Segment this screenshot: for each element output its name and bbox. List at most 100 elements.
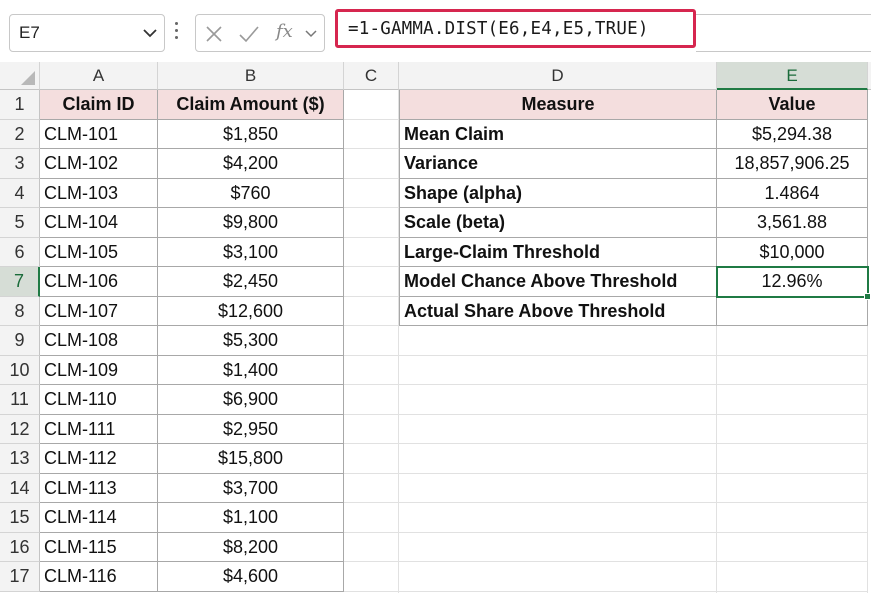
empty-cell[interactable] bbox=[717, 326, 868, 356]
claim-amount-cell[interactable]: $2,950 bbox=[158, 414, 344, 444]
claim-amount-cell[interactable]: $6,900 bbox=[158, 385, 344, 415]
empty-cell[interactable] bbox=[344, 297, 399, 326]
row-header[interactable]: 17 bbox=[0, 562, 40, 592]
claim-amount-cell[interactable]: $1,100 bbox=[158, 503, 344, 533]
measure-value-cell[interactable] bbox=[717, 296, 868, 326]
empty-cell[interactable] bbox=[717, 444, 868, 474]
claim-amount-cell[interactable]: $3,700 bbox=[158, 473, 344, 503]
claim-id-cell[interactable]: CLM-114 bbox=[40, 503, 158, 533]
claim-id-cell[interactable]: CLM-104 bbox=[40, 208, 158, 238]
claim-id-cell[interactable]: CLM-103 bbox=[40, 178, 158, 208]
claim-amount-cell[interactable]: $760 bbox=[158, 178, 344, 208]
fill-handle[interactable] bbox=[864, 293, 871, 300]
enter-check-icon[interactable] bbox=[238, 24, 260, 44]
formula-input[interactable]: =1-GAMMA.DIST(E6,E4,E5,TRUE) bbox=[335, 9, 696, 48]
column-header-d[interactable]: D bbox=[399, 62, 717, 90]
claim-id-cell[interactable]: CLM-110 bbox=[40, 385, 158, 415]
claim-amount-cell[interactable]: $15,800 bbox=[158, 444, 344, 474]
insert-function-icon[interactable]: fx bbox=[276, 21, 293, 42]
more-options-icon[interactable] bbox=[174, 22, 180, 44]
claim-amount-cell[interactable]: $9,800 bbox=[158, 208, 344, 238]
empty-cell[interactable] bbox=[344, 326, 399, 356]
name-box[interactable]: E7 bbox=[9, 14, 165, 52]
empty-cell[interactable] bbox=[344, 120, 399, 149]
claim-amount-cell[interactable]: $1,850 bbox=[158, 119, 344, 149]
empty-cell[interactable] bbox=[399, 444, 717, 474]
empty-cell[interactable] bbox=[717, 415, 868, 444]
row-header[interactable]: 15 bbox=[0, 503, 40, 533]
row-header[interactable]: 8 bbox=[0, 296, 40, 326]
empty-cell[interactable] bbox=[344, 149, 399, 179]
claim-id-cell[interactable]: CLM-102 bbox=[40, 149, 158, 179]
empty-cell[interactable] bbox=[717, 385, 868, 415]
row-header[interactable]: 7 bbox=[0, 267, 40, 297]
claim-amount-cell[interactable]: $2,450 bbox=[158, 267, 344, 297]
claim-id-cell[interactable]: CLM-105 bbox=[40, 237, 158, 267]
measure-name-cell[interactable]: Model Chance Above Threshold bbox=[399, 267, 717, 297]
empty-cell[interactable] bbox=[399, 326, 717, 356]
empty-cell[interactable] bbox=[344, 267, 399, 297]
claims-header-id[interactable]: Claim ID bbox=[40, 90, 158, 120]
row-header[interactable]: 12 bbox=[0, 414, 40, 444]
column-header-e[interactable]: E bbox=[717, 62, 868, 90]
measure-value-cell[interactable]: 1.4864 bbox=[717, 178, 868, 208]
claim-amount-cell[interactable]: $12,600 bbox=[158, 296, 344, 326]
empty-cell[interactable] bbox=[344, 415, 399, 444]
empty-cell[interactable] bbox=[399, 533, 717, 562]
row-header[interactable]: 16 bbox=[0, 532, 40, 562]
claim-amount-cell[interactable]: $4,600 bbox=[158, 562, 344, 592]
measure-value-cell[interactable]: $10,000 bbox=[717, 237, 868, 267]
measure-name-cell[interactable]: Variance bbox=[399, 149, 717, 179]
row-header[interactable]: 5 bbox=[0, 208, 40, 238]
measure-value-cell[interactable]: $5,294.38 bbox=[717, 119, 868, 149]
empty-cell[interactable] bbox=[399, 562, 717, 592]
empty-cell[interactable] bbox=[717, 356, 868, 385]
measure-value-cell[interactable]: 3,561.88 bbox=[717, 208, 868, 238]
claim-id-cell[interactable]: CLM-108 bbox=[40, 326, 158, 356]
claim-id-cell[interactable]: CLM-111 bbox=[40, 414, 158, 444]
row-header[interactable]: 10 bbox=[0, 355, 40, 385]
claim-id-cell[interactable]: CLM-107 bbox=[40, 296, 158, 326]
row-header[interactable]: 1 bbox=[0, 90, 40, 120]
claim-amount-cell[interactable]: $3,100 bbox=[158, 237, 344, 267]
row-header[interactable]: 11 bbox=[0, 385, 40, 415]
empty-cell[interactable] bbox=[344, 208, 399, 238]
active-cell-selection[interactable] bbox=[716, 266, 869, 298]
empty-cell[interactable] bbox=[717, 474, 868, 503]
claim-amount-cell[interactable]: $1,400 bbox=[158, 355, 344, 385]
measure-name-cell[interactable]: Scale (beta) bbox=[399, 208, 717, 238]
empty-cell[interactable] bbox=[399, 474, 717, 503]
column-header-c[interactable]: C bbox=[344, 62, 399, 90]
formula-bar-extension[interactable] bbox=[696, 14, 871, 52]
measure-name-cell[interactable]: Actual Share Above Threshold bbox=[399, 296, 717, 326]
empty-cell[interactable] bbox=[717, 562, 868, 592]
column-header-a[interactable]: A bbox=[40, 62, 158, 90]
claim-amount-cell[interactable]: $8,200 bbox=[158, 532, 344, 562]
row-header[interactable]: 4 bbox=[0, 178, 40, 208]
empty-cell[interactable] bbox=[344, 503, 399, 533]
claim-id-cell[interactable]: CLM-115 bbox=[40, 532, 158, 562]
row-header[interactable]: 6 bbox=[0, 237, 40, 267]
row-header[interactable]: 9 bbox=[0, 326, 40, 356]
claim-id-cell[interactable]: CLM-112 bbox=[40, 444, 158, 474]
empty-cell[interactable] bbox=[399, 503, 717, 533]
claim-id-cell[interactable]: CLM-113 bbox=[40, 473, 158, 503]
measures-header-measure[interactable]: Measure bbox=[399, 90, 717, 120]
claim-id-cell[interactable]: CLM-116 bbox=[40, 562, 158, 592]
empty-cell[interactable] bbox=[344, 179, 399, 208]
chevron-down-icon[interactable] bbox=[142, 26, 158, 40]
empty-cell[interactable] bbox=[344, 90, 399, 120]
claim-id-cell[interactable]: CLM-109 bbox=[40, 355, 158, 385]
measure-value-cell[interactable]: 18,857,906.25 bbox=[717, 149, 868, 179]
measure-name-cell[interactable]: Shape (alpha) bbox=[399, 178, 717, 208]
row-header[interactable]: 3 bbox=[0, 149, 40, 179]
row-header[interactable]: 14 bbox=[0, 473, 40, 503]
empty-cell[interactable] bbox=[399, 415, 717, 444]
empty-cell[interactable] bbox=[344, 444, 399, 474]
row-header[interactable]: 2 bbox=[0, 119, 40, 149]
claim-amount-cell[interactable]: $4,200 bbox=[158, 149, 344, 179]
row-header[interactable]: 13 bbox=[0, 444, 40, 474]
empty-cell[interactable] bbox=[344, 474, 399, 503]
empty-cell[interactable] bbox=[344, 356, 399, 385]
empty-cell[interactable] bbox=[717, 503, 868, 533]
